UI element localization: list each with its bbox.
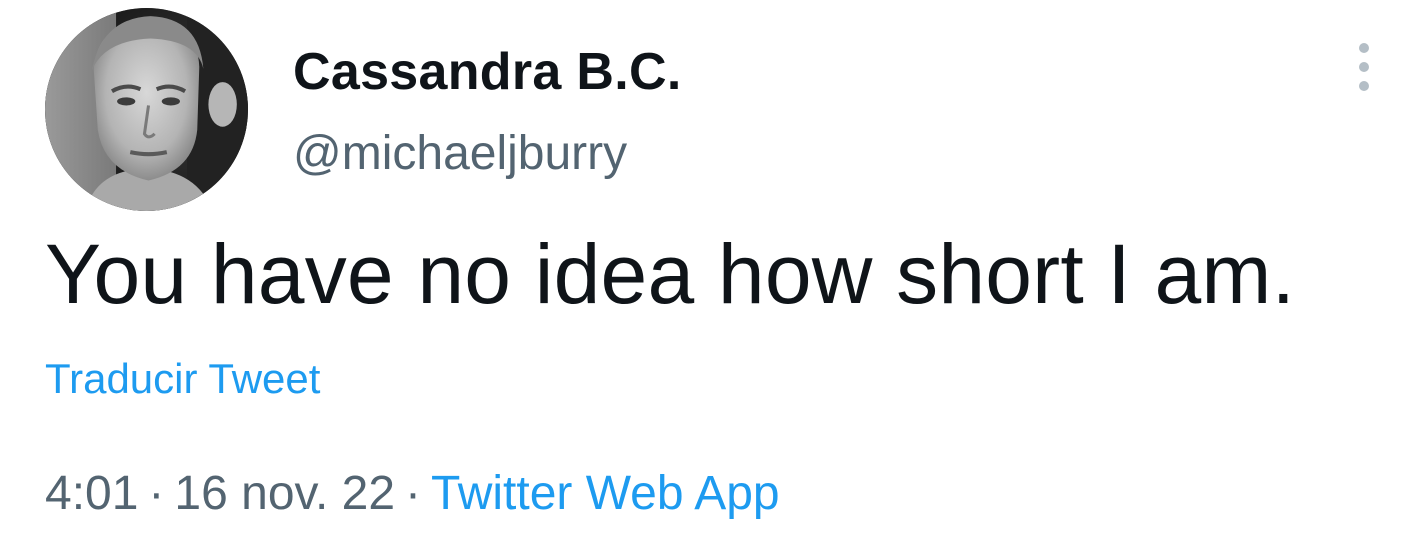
tweet-metadata: 4:01 · 16 nov. 22 · Twitter Web App xyxy=(45,464,780,524)
avatar[interactable] xyxy=(45,8,248,211)
tweet-date[interactable]: 16 nov. 22 xyxy=(174,467,395,520)
profile-photo-icon xyxy=(45,8,248,211)
translate-tweet-link[interactable]: Traducir Tweet xyxy=(45,352,320,406)
author-display-name[interactable]: Cassandra B.C. xyxy=(293,42,682,102)
author-handle[interactable]: @michaeljburry xyxy=(293,126,627,182)
tweet-source-link[interactable]: Twitter Web App xyxy=(431,467,780,520)
meta-separator: · xyxy=(148,467,165,520)
meta-separator: · xyxy=(405,467,422,520)
tweet: Cassandra B.C. @michaeljburry You have n… xyxy=(0,0,1403,544)
more-vertical-icon xyxy=(1359,43,1369,91)
tweet-time[interactable]: 4:01 xyxy=(45,467,138,520)
more-options-button[interactable] xyxy=(1340,38,1388,98)
tweet-text: You have no idea how short I am. xyxy=(45,227,1296,321)
